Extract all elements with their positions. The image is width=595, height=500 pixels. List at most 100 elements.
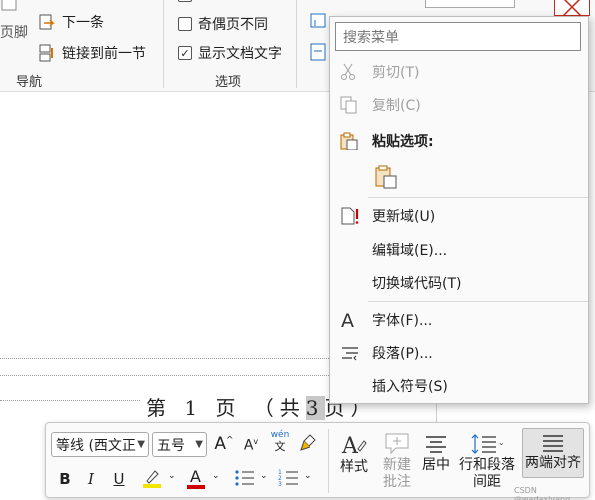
chevron-down-icon: ▼ [195,439,203,450]
position-spinner[interactable] [425,0,515,8]
footer-button-label[interactable]: 页脚 [0,22,28,42]
footer-dotted-line [0,400,140,401]
menu-search-placeholder: 搜索菜单 [343,29,399,46]
chevron-down-icon[interactable]: ⌄ [168,471,176,481]
numbering-button[interactable]: 123 ⌄ [278,467,314,491]
menu-search-input[interactable]: 搜索菜单 [335,22,581,51]
underline-button[interactable]: U [108,467,130,491]
bold-button[interactable]: B [54,467,76,491]
selected-field[interactable]: 3 [305,396,325,420]
odd-even-checkbox[interactable] [178,17,192,31]
font-name-value: 等线 (西文正 [56,437,136,454]
menu-item-label: 切换域代码(T) [372,276,462,292]
align-tab-icon[interactable] [310,42,328,66]
footer-top-border [0,358,329,359]
chevron-down-icon[interactable]: ⌄ [260,471,268,481]
paste-text-only-icon [375,165,397,189]
menu-item-font[interactable]: A 字体(F)... [330,305,588,335]
bullets-icon [235,470,254,486]
styles-label: 样式 [340,459,368,475]
next-button[interactable]: 下一条 [38,12,104,32]
styles-button[interactable]: A 样式 [334,431,374,476]
line-spacing-icon: ⌄ [471,434,504,454]
menu-item-label: 编辑域(E)... [372,243,448,259]
menu-item-label: 插入符号(S) [372,379,448,395]
options-group-label: 选项 [215,75,242,90]
close-header-footer-button[interactable] [554,0,590,17]
paragraph-icon [340,345,370,361]
nav-group-label: 导航 [16,75,43,90]
numbering-icon: 123 [278,469,298,488]
center-button[interactable]: 居中 [418,431,454,474]
menu-item-cut[interactable]: 剪切(T) [330,57,588,87]
line-spacing-label-1: 行和段落 [459,457,515,473]
menu-item-edit-field[interactable]: 编辑域(E)... [330,235,588,265]
menu-item-label: 字体(F)... [372,313,433,329]
svg-text:A: A [341,434,359,459]
menu-item-label: 复制(C) [372,98,421,114]
menu-item-insert-symbol[interactable]: 插入符号(S) [330,371,588,401]
bullets-button[interactable]: ⌄ [234,467,270,491]
ribbon-separator [296,0,297,88]
ribbon-separator [163,0,164,88]
menu-item-paste-options: 粘贴选项: [330,126,588,156]
new-comment-icon [385,433,409,455]
menu-item-label: 剪切(T) [372,65,420,81]
phonetic-guide-button[interactable]: wén 文 [268,430,292,460]
paste-keep-text-button[interactable] [374,164,400,194]
paste-icon [340,132,370,150]
update-field-icon [340,207,370,225]
chevron-down-icon[interactable]: ⌄ [212,471,220,481]
new-comment-button[interactable]: 新建 批注 [379,431,415,491]
show-document-text-option[interactable]: ✓ 显示文档文字 [178,43,282,63]
show-document-text-label: 显示文档文字 [198,46,282,62]
menu-separator [368,301,588,302]
font-name-combo[interactable]: 等线 (西文正 ▼ [51,432,149,457]
odd-even-label: 奇偶页不同 [198,17,268,33]
link-icon [38,44,56,62]
next-label: 下一条 [62,15,104,31]
chevron-down-icon[interactable]: ⌄ [304,471,312,481]
odd-even-option[interactable]: 奇偶页不同 [178,14,268,34]
footer-icon[interactable] [0,0,26,14]
menu-separator [368,197,588,198]
shrink-font-button[interactable]: Av [239,433,263,457]
justify-button[interactable]: 两端对齐 [522,428,584,478]
grow-font-button[interactable]: A^ [212,431,236,457]
next-icon [38,13,56,31]
menu-item-copy[interactable]: 复制(C) [330,90,588,120]
justify-label: 两端对齐 [525,455,581,471]
menu-item-toggle-field-codes[interactable]: 切换域代码(T) [330,268,588,298]
new-comment-label-2: 批注 [383,474,411,490]
format-painter-button[interactable] [298,433,318,457]
link-to-previous-button[interactable]: 链接到前一节 [38,43,146,63]
styles-icon: A [341,434,367,459]
scissors-icon [340,63,370,81]
footer-page-text: 第 1 页 （共 [146,396,306,420]
menu-item-paragraph[interactable]: 段落(P)... [330,338,588,368]
menu-item-label: 段落(P)... [372,346,433,362]
font-size-combo[interactable]: 五号 ▼ [152,432,207,457]
new-comment-label-1: 新建 [383,457,411,473]
menu-item-update-field[interactable]: 更新域(U) [330,201,588,231]
margin-marker [436,404,437,422]
center-label: 居中 [422,457,450,473]
font-color-button[interactable]: A ⌄ [186,467,224,491]
footer-boundary [0,375,329,376]
copy-icon [340,96,370,114]
partial-checkbox[interactable] [178,0,192,2]
phonetic-bottom: 文 [274,440,286,453]
line-spacing-button[interactable]: ⌄ 行和段落 间距 [456,431,518,491]
mini-toolbar: 等线 (西文正 ▼ 五号 ▼ A^ Av wén 文 B I U ⌄ A ⌄ ⌄… [45,422,590,500]
svg-text:A: A [341,310,354,330]
menu-item-label: 粘贴选项: [372,134,434,150]
center-align-icon [426,436,446,453]
watermark: CSDN @wadaxiyang [514,486,571,500]
italic-button[interactable]: I [80,467,102,491]
grow-font-icon: A^ [214,434,234,454]
highlight-button[interactable]: ⌄ [142,467,180,491]
format-painter-icon [300,434,316,451]
header-position-icon[interactable] [310,12,328,34]
toolbar-separator [328,429,329,493]
show-document-text-checkbox[interactable]: ✓ [178,46,192,60]
